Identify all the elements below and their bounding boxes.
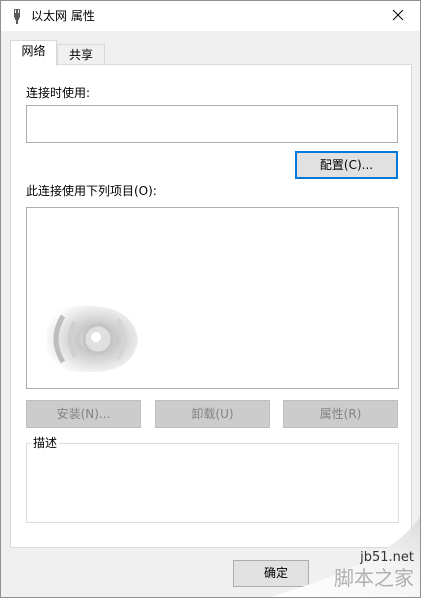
tab-sharing[interactable]: 共享	[57, 44, 105, 66]
components-list[interactable]	[26, 207, 399, 389]
properties-dialog: 以太网 属性 网络 共享 连接时使用: 配置(C)... 此连接使用下列项目(O…	[0, 0, 421, 598]
loading-spinner-icon	[43, 304, 143, 374]
watermark-logo-text: 脚本之家	[334, 566, 414, 590]
tab-network[interactable]: 网络	[10, 40, 57, 66]
network-tab-panel: 连接时使用: 配置(C)... 此连接使用下列项目(O): 安装(N)... 卸…	[10, 64, 412, 548]
description-label: 描述	[31, 436, 60, 450]
network-adapter-icon	[10, 8, 24, 24]
description-group: 描述	[26, 436, 399, 523]
components-label: 此连接使用下列项目(O):	[26, 184, 157, 198]
component-properties-button[interactable]: 属性(R)	[283, 400, 398, 428]
adapter-name-field[interactable]	[26, 105, 398, 143]
window-title: 以太网 属性	[31, 9, 95, 23]
title-bar: 以太网 属性	[1, 1, 420, 31]
close-button[interactable]	[376, 1, 420, 31]
install-button[interactable]: 安装(N)...	[26, 400, 141, 428]
configure-button[interactable]: 配置(C)...	[295, 151, 398, 179]
close-icon	[392, 9, 404, 24]
uninstall-button[interactable]: 卸载(U)	[155, 400, 270, 428]
connect-using-label: 连接时使用:	[26, 86, 91, 100]
